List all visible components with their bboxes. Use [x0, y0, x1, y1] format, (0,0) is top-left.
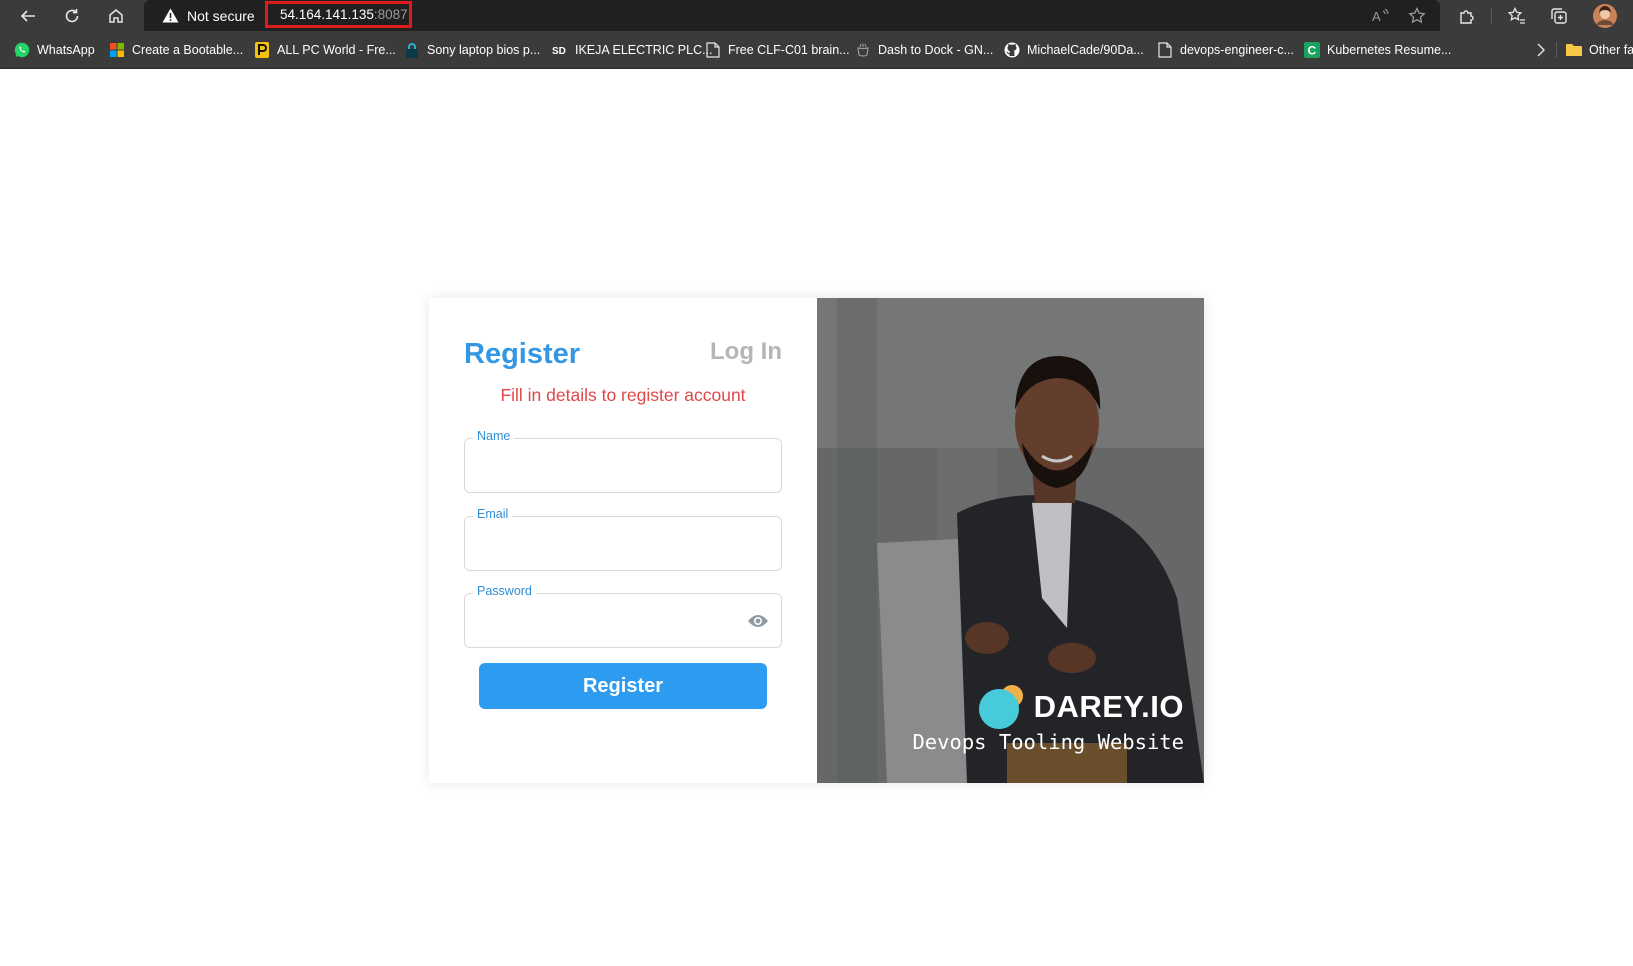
bookmark-sony-bios[interactable]: Sony laptop bios p...	[404, 31, 540, 68]
bookmark-michaelcade[interactable]: MichaelCade/90Da...	[1004, 31, 1144, 68]
document-icon	[1157, 41, 1173, 58]
svg-text:C: C	[1308, 43, 1317, 57]
folder-icon	[1566, 42, 1582, 58]
name-input[interactable]	[477, 453, 731, 481]
eye-icon[interactable]	[747, 613, 769, 629]
password-field-label: Password	[473, 584, 536, 598]
home-button[interactable]	[96, 0, 136, 31]
bookmark-dash-to-dock[interactable]: Dash to Dock - GN...	[855, 31, 993, 68]
brand-logo: DAREY.IO	[978, 684, 1184, 730]
bookmark-label: Kubernetes Resume...	[1327, 42, 1452, 57]
security-indicator[interactable]: Not secure	[162, 0, 255, 31]
whatsapp-icon	[14, 42, 30, 58]
browser-toolbar: Not secure 54.164.141.135:8087 A	[0, 0, 1633, 31]
name-field-label: Name	[473, 429, 515, 443]
collections-icon	[1551, 7, 1567, 24]
url-highlight[interactable]: 54.164.141.135:8087	[265, 1, 412, 28]
brand-name: DAREY.IO	[1033, 689, 1184, 724]
bookmark-label: devops-engineer-c...	[1180, 42, 1294, 57]
sd-icon: SD	[552, 42, 568, 58]
pcworld-icon	[254, 41, 270, 58]
hero-image-panel: DAREY.IO Devops Tooling Website	[817, 298, 1204, 783]
svg-text:A: A	[1372, 9, 1381, 24]
bookmark-label: Sony laptop bios p...	[427, 42, 541, 57]
home-icon	[109, 8, 123, 23]
windows-icon	[109, 42, 125, 58]
profile-avatar-icon	[1593, 3, 1617, 28]
gnome-icon	[855, 42, 871, 58]
toolbar-divider	[1491, 8, 1492, 24]
read-aloud-button[interactable]: A	[1366, 0, 1396, 31]
collections-button[interactable]	[1544, 0, 1574, 31]
security-label: Not secure	[187, 7, 255, 24]
url-host: 54.164.141.135	[280, 7, 374, 22]
bookmarks-divider	[1556, 42, 1557, 58]
bookmark-label: Create a Bootable...	[132, 42, 244, 57]
bookmark-whatsapp[interactable]: WhatsApp	[14, 31, 95, 68]
lock-icon	[404, 42, 420, 58]
register-card: Register Log In Fill in details to regis…	[429, 298, 1204, 783]
profile-button[interactable]	[1590, 0, 1620, 31]
register-button[interactable]: Register	[479, 663, 767, 709]
back-button[interactable]	[8, 0, 48, 31]
chevron-right-icon	[1533, 42, 1549, 58]
read-aloud-icon: A	[1372, 8, 1389, 24]
bookmark-pcworld[interactable]: ALL PC World - Fre...	[254, 31, 396, 68]
password-field[interactable]: Password	[464, 584, 782, 648]
github-icon	[1004, 42, 1020, 58]
bookmark-kubernetes-resume[interactable]: C Kubernetes Resume...	[1304, 31, 1451, 68]
refresh-icon	[65, 8, 79, 22]
favorites-icon	[1508, 6, 1525, 24]
add-favorite-icon	[1408, 6, 1426, 23]
email-field-label: Email	[473, 507, 513, 521]
bookmark-clf-c01[interactable]: Free CLF-C01 brain...	[705, 31, 850, 68]
bookmark-bootable[interactable]: Create a Bootable...	[109, 31, 243, 68]
bookmark-label: Dash to Dock - GN...	[878, 42, 994, 57]
bookmark-label: ALL PC World - Fre...	[277, 42, 396, 57]
bookmark-label: WhatsApp	[37, 42, 95, 57]
email-input[interactable]	[477, 531, 731, 559]
darey-logo-icon	[978, 685, 1023, 729]
bookmark-label: Free CLF-C01 brain...	[728, 42, 850, 57]
refresh-button[interactable]	[52, 0, 92, 31]
tab-register[interactable]: Register	[464, 338, 580, 371]
form-subtitle: Fill in details to register account	[500, 385, 746, 405]
back-arrow-icon	[20, 9, 35, 22]
bookmark-ikeja[interactable]: SD IKEJA ELECTRIC PLC...	[552, 31, 713, 68]
password-input[interactable]	[477, 608, 731, 636]
extensions-button[interactable]	[1452, 0, 1482, 31]
document-icon	[705, 41, 721, 58]
other-favorites-folder[interactable]: Other fa	[1566, 31, 1633, 68]
bookmarks-overflow-button[interactable]	[1533, 31, 1549, 68]
other-favorites-label: Other fa	[1589, 42, 1633, 57]
warning-icon	[162, 8, 179, 23]
extensions-icon	[1460, 9, 1474, 24]
brand-tagline: Devops Tooling Website	[912, 730, 1184, 754]
add-favorite-button[interactable]	[1402, 0, 1432, 31]
bookmark-label: MichaelCade/90Da...	[1027, 42, 1144, 57]
url-port: :8087	[373, 7, 408, 22]
svg-text:SD: SD	[552, 46, 566, 57]
bookmark-devops-engineer[interactable]: devops-engineer-c...	[1157, 31, 1294, 68]
email-field[interactable]: Email	[464, 507, 782, 571]
tab-login[interactable]: Log In	[710, 338, 782, 366]
name-field[interactable]: Name	[464, 429, 782, 493]
c-icon: C	[1304, 41, 1320, 58]
bookmarks-bar: WhatsApp Create a Bootable... ALL PC Wor…	[0, 31, 1633, 69]
register-form-panel: Register Log In Fill in details to regis…	[429, 298, 817, 783]
bookmark-label: IKEJA ELECTRIC PLC...	[575, 42, 713, 57]
favorites-button[interactable]	[1502, 0, 1532, 31]
